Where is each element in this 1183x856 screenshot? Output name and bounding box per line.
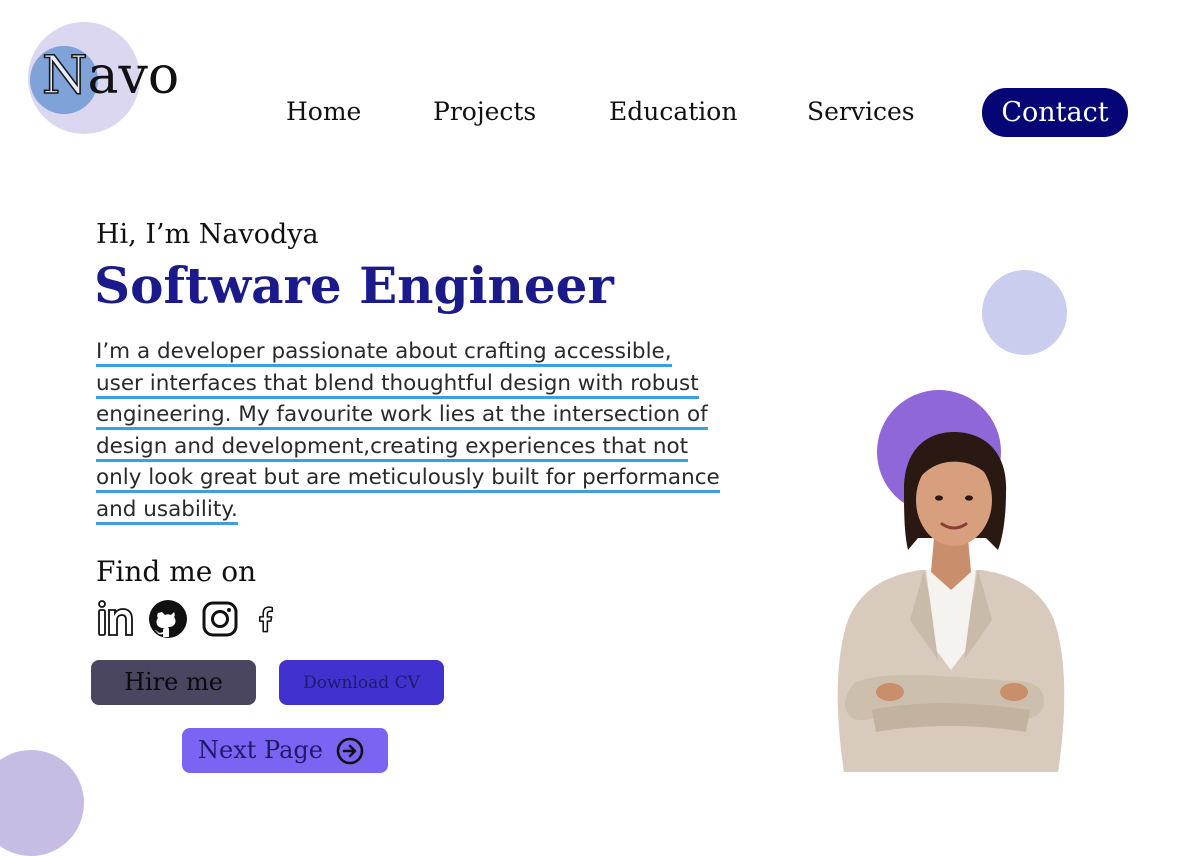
nav-projects[interactable]: Projects (433, 96, 536, 128)
bio-line: user interfaces that blend thoughtful de… (96, 368, 856, 400)
greeting: Hi, I’m Navodya (96, 219, 319, 250)
page-title: Software Engineer (94, 256, 614, 315)
find-me-label: Find me on (96, 555, 257, 588)
logo-rest: avo (87, 46, 180, 106)
facebook-icon[interactable] (252, 599, 280, 639)
arrow-right-circle-icon (336, 737, 364, 765)
github-icon[interactable] (148, 599, 188, 639)
logo-first-letter: N (41, 45, 88, 107)
social-links (96, 598, 280, 640)
hire-me-button[interactable]: Hire me (91, 660, 256, 705)
bio-line: engineering. My favourite work lies at t… (96, 399, 856, 431)
nav-services[interactable]: Services (807, 96, 915, 128)
site-logo[interactable]: Navo (41, 44, 180, 108)
decorative-circle-light (982, 270, 1067, 355)
bio-line: and usability. (96, 494, 856, 526)
bio-line: only look great but are meticulously bui… (96, 462, 856, 494)
nav-education[interactable]: Education (609, 96, 737, 128)
bio-line: design and development,creating experien… (96, 431, 856, 463)
bio-line: I’m a developer passionate about craftin… (96, 336, 856, 368)
nav-contact-button[interactable]: Contact (982, 88, 1128, 137)
bio-paragraph: I’m a developer passionate about craftin… (96, 336, 856, 525)
next-page-button[interactable]: Next Page (182, 728, 388, 773)
linkedin-icon[interactable] (96, 599, 136, 639)
next-page-label: Next Page (198, 736, 323, 764)
profile-photo (837, 432, 1065, 772)
nav-home[interactable]: Home (286, 96, 361, 128)
download-cv-button[interactable]: Download CV (279, 660, 444, 705)
decorative-circle-bottom-left (0, 750, 84, 856)
instagram-icon[interactable] (200, 599, 240, 639)
